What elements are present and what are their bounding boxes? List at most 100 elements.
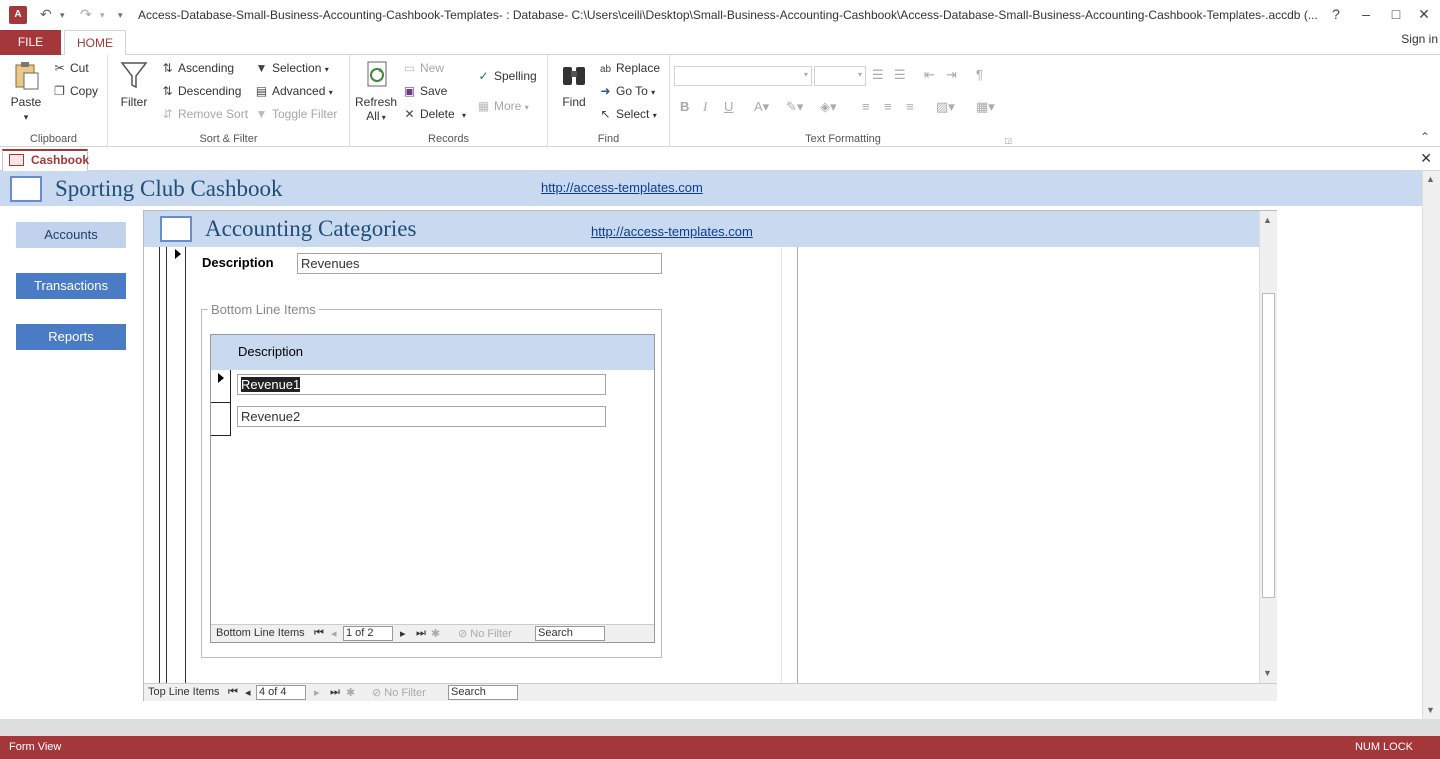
redo-icon[interactable]: ↷	[80, 6, 92, 23]
numbering-icon[interactable]: ☰	[894, 67, 906, 83]
descending-button[interactable]: ⇅ Descending	[160, 84, 241, 98]
scroll-thumb[interactable]	[1262, 293, 1275, 598]
advanced-button[interactable]: ▤ Advanced ▾	[254, 84, 333, 98]
font-color-icon[interactable]: A▾	[754, 99, 769, 115]
outer-no-filter[interactable]: ⊘ No Filter	[372, 686, 426, 699]
toggle-filter-button[interactable]: ▼ Toggle Filter	[254, 107, 338, 121]
subform-vertical-scrollbar[interactable]: ▲ ▼	[1259, 211, 1277, 686]
chevron-down-icon: ▾	[803, 70, 808, 79]
main-website-link[interactable]: http://access-templates.com	[541, 180, 703, 195]
inner-search-box[interactable]: Search	[535, 626, 605, 641]
alternate-row-color-icon[interactable]: ▨▾	[936, 99, 955, 115]
fill-color-icon[interactable]: ◈▾	[820, 99, 837, 115]
tab-home[interactable]: HOME	[64, 30, 126, 56]
transactions-button[interactable]: Transactions	[16, 273, 126, 299]
spelling-check-icon: ✓	[478, 69, 489, 83]
refresh-icon	[367, 61, 387, 87]
subform-website-link[interactable]: http://access-templates.com	[591, 224, 753, 239]
main-vertical-scrollbar[interactable]: ▲ ▼	[1422, 171, 1440, 719]
tab-file[interactable]: FILE	[0, 30, 61, 55]
find-button[interactable]: Find	[552, 59, 596, 109]
customize-qat-icon[interactable]: ▾	[118, 10, 123, 21]
font-name-combo[interactable]: ▾	[674, 66, 812, 86]
collapse-ribbon-icon[interactable]: ⌃	[1420, 130, 1430, 144]
record-selector-border	[166, 247, 167, 685]
form-background-strip	[0, 719, 1440, 736]
description-field[interactable]: Revenues	[297, 253, 662, 274]
go-to-button[interactable]: ➜ Go To ▾	[598, 84, 655, 98]
more-button[interactable]: ▦ More ▾	[476, 99, 529, 113]
next-record-icon[interactable]: ▸	[314, 686, 320, 699]
font-size-combo[interactable]: ▾	[814, 66, 866, 86]
inner-no-filter[interactable]: ⊘ No Filter	[458, 627, 512, 640]
minimize-button[interactable]: –	[1354, 6, 1378, 22]
bottom-line-item-field[interactable]: Revenue2	[237, 406, 606, 427]
replace-button[interactable]: ab Replace	[598, 61, 660, 75]
new-record-icon[interactable]: ✱	[346, 686, 355, 699]
sort-ascending-icon: ⇅	[162, 61, 173, 75]
undo-icon[interactable]: ↶	[40, 6, 52, 23]
sign-in-link[interactable]: Sign in	[1401, 32, 1438, 46]
scroll-up-icon[interactable]: ▲	[1263, 215, 1272, 225]
new-record-icon[interactable]: ✱	[431, 627, 440, 640]
gridlines-icon[interactable]: ▦▾	[976, 99, 995, 115]
first-record-icon[interactable]: ⏮	[314, 627, 324, 640]
previous-record-icon[interactable]: ◂	[245, 686, 251, 699]
underline-button[interactable]: U	[724, 99, 733, 114]
delete-record-button[interactable]: ✕ Delete ▾	[402, 107, 466, 121]
increase-indent-icon[interactable]: ⇥	[946, 67, 957, 83]
help-button[interactable]: ?	[1324, 6, 1348, 22]
status-bar: Form View NUM LOCK	[0, 736, 1440, 759]
previous-record-icon[interactable]: ◂	[331, 627, 337, 640]
last-record-icon[interactable]: ⏭	[330, 686, 340, 699]
new-record-button[interactable]: ▭ New	[402, 61, 444, 75]
accounts-button[interactable]: Accounts	[16, 222, 126, 248]
scroll-down-icon[interactable]: ▼	[1263, 668, 1272, 678]
undo-dropdown-icon[interactable]: ▾	[60, 10, 65, 21]
refresh-all-button[interactable]: Refresh All ▾	[354, 59, 398, 123]
access-app-icon[interactable]: A	[9, 6, 27, 24]
bottom-line-items-label: Bottom Line Items	[208, 302, 319, 317]
close-document-icon[interactable]: ✕	[1420, 150, 1432, 167]
redo-dropdown-icon[interactable]: ▾	[100, 10, 105, 21]
bottom-line-item-field[interactable]: Revenue1	[237, 374, 606, 395]
divider	[797, 247, 798, 683]
filter-button[interactable]: Filter	[114, 59, 154, 109]
cut-button[interactable]: ✂ Cut	[52, 61, 88, 75]
ascending-button[interactable]: ⇅ Ascending	[160, 61, 234, 75]
description-label: Description	[202, 255, 274, 270]
selection-button[interactable]: ▼ Selection ▾	[254, 61, 329, 75]
scroll-down-icon[interactable]: ▼	[1426, 705, 1435, 715]
first-record-icon[interactable]: ⏮	[228, 686, 238, 699]
tab-cashbook[interactable]: Cashbook	[2, 149, 89, 171]
highlight-icon[interactable]: ✎▾	[786, 99, 803, 115]
paragraph-direction-icon[interactable]: ¶	[976, 67, 983, 82]
row-selector[interactable]	[211, 403, 231, 436]
align-left-icon[interactable]: ≡	[862, 99, 870, 114]
paste-button[interactable]: Paste ▾	[6, 59, 46, 123]
num-lock-indicator: NUM LOCK	[1354, 741, 1413, 753]
ribbon: Paste ▾ ✂ Cut ❐ Copy Clipboard Filter ⇅ Asce…	[0, 55, 1440, 147]
copy-button[interactable]: ❐ Copy	[52, 84, 98, 98]
align-center-icon[interactable]: ≡	[884, 99, 892, 114]
select-button[interactable]: ↖ Select ▾	[598, 107, 656, 121]
row-selector[interactable]	[211, 370, 231, 403]
reports-button[interactable]: Reports	[16, 324, 126, 350]
spelling-button[interactable]: ✓ Spelling	[476, 69, 536, 83]
scroll-up-icon[interactable]: ▲	[1426, 174, 1435, 184]
italic-button[interactable]: I	[703, 99, 707, 115]
maximize-button[interactable]: □	[1384, 6, 1408, 22]
inner-record-position[interactable]: 1 of 2	[343, 626, 393, 641]
decrease-indent-icon[interactable]: ⇤	[924, 67, 935, 83]
last-record-icon[interactable]: ⏭	[416, 627, 426, 640]
align-right-icon[interactable]: ≡	[906, 99, 914, 114]
outer-record-position[interactable]: 4 of 4	[256, 685, 306, 700]
bullets-icon[interactable]: ☰	[872, 67, 884, 83]
close-window-button[interactable]: ✕	[1412, 6, 1436, 23]
save-record-button[interactable]: ▣ Save	[402, 84, 448, 98]
remove-sort-button[interactable]: ⇵ Remove Sort	[160, 107, 248, 121]
dialog-launcher-icon[interactable]: ◲	[1004, 136, 1012, 145]
next-record-icon[interactable]: ▸	[400, 627, 406, 640]
outer-search-box[interactable]: Search	[448, 685, 518, 700]
bold-button[interactable]: B	[680, 99, 689, 114]
